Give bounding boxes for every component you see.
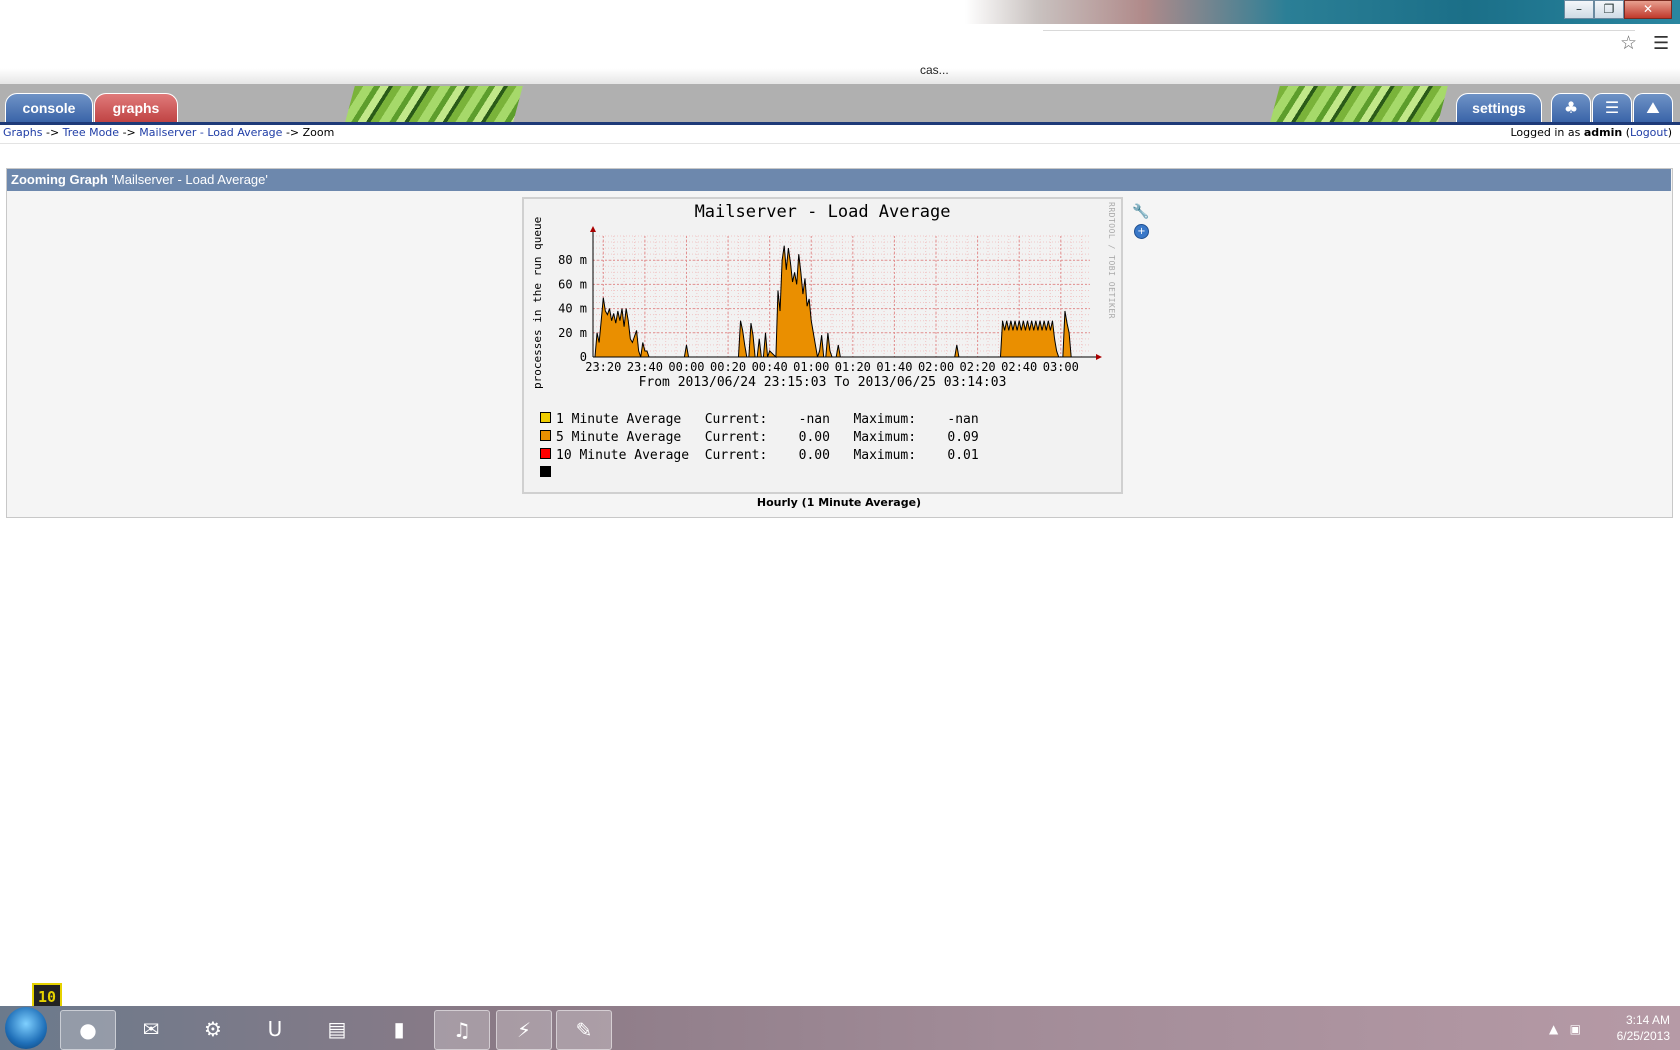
close-button[interactable]: ✕ bbox=[1624, 0, 1672, 19]
legend-current: 0.00 bbox=[798, 430, 830, 445]
login-user: admin bbox=[1583, 126, 1623, 139]
x-tick-label: 03:00 bbox=[1043, 360, 1079, 374]
tab-console[interactable]: console bbox=[5, 93, 93, 122]
breadcrumb-separator: -> bbox=[285, 126, 300, 139]
breadcrumb-separator: -> bbox=[45, 126, 60, 139]
chrome-icon[interactable]: ● bbox=[60, 1010, 116, 1050]
steam-icon[interactable]: ⚙ bbox=[186, 1010, 240, 1048]
x-tick-label: 02:00 bbox=[918, 360, 954, 374]
paint-icon[interactable]: ✎ bbox=[556, 1010, 612, 1050]
preview-icon[interactable]: ⛰ bbox=[1633, 93, 1673, 122]
breadcrumb-tree-mode[interactable]: Tree Mode bbox=[63, 126, 119, 139]
graph-plot: 23:20 23:40 00:00 00:20 00:40 01:00 01:20 01:40… bbox=[558, 226, 1102, 374]
bookmarks-bar bbox=[0, 58, 1680, 84]
legend-max-label: Maximum: bbox=[853, 430, 917, 445]
legend-max: -nan bbox=[947, 412, 979, 427]
login-info: Logged in as admin (Logout) bbox=[1510, 126, 1672, 139]
breadcrumb-graphs[interactable]: Graphs bbox=[3, 126, 42, 139]
y-axis-arrow bbox=[590, 226, 596, 232]
tray-icons[interactable]: ▲ ▣ bbox=[1549, 1022, 1581, 1036]
tab-graphs[interactable]: graphs bbox=[94, 93, 178, 122]
series-area bbox=[594, 245, 1090, 357]
header-decoration bbox=[1270, 86, 1448, 122]
divider bbox=[0, 143, 1680, 144]
tab-settings[interactable]: settings bbox=[1456, 93, 1542, 122]
list-view-icon[interactable]: ☰ bbox=[1592, 93, 1632, 122]
thunderbird-icon[interactable]: ✉ bbox=[124, 1010, 178, 1048]
clock-date: 6/25/2013 bbox=[1616, 1029, 1670, 1043]
legend-name: 5 Minute Average bbox=[556, 430, 682, 445]
breadcrumb-separator: -> bbox=[122, 126, 136, 139]
system-clock[interactable]: 3:14 AM 6/25/2013 bbox=[1617, 1012, 1670, 1044]
address-bar[interactable] bbox=[1043, 30, 1635, 55]
legend-swatch bbox=[540, 448, 551, 459]
legend-row: 5 Minute Average Current: 0.00 Maximum: … bbox=[540, 430, 979, 445]
legend-name: 1 Minute Average bbox=[556, 412, 682, 427]
legend-current: -nan bbox=[798, 412, 830, 427]
zoom-icon[interactable]: + bbox=[1134, 224, 1149, 239]
legend-max: 0.09 bbox=[947, 430, 979, 445]
y-tick-label: 60 m bbox=[558, 277, 587, 291]
header-divider bbox=[0, 122, 1680, 125]
panel-title: Zooming Graph 'Mailserver - Load Average… bbox=[7, 169, 1671, 191]
x-tick-label: 02:40 bbox=[1001, 360, 1037, 374]
legend-swatch bbox=[540, 412, 551, 423]
breadcrumb-graph[interactable]: Mailserver - Load Average bbox=[139, 126, 282, 139]
hamburger-menu-icon[interactable]: ☰ bbox=[1653, 33, 1669, 54]
network-tool-icon[interactable]: ⚡ bbox=[496, 1010, 552, 1050]
legend-row: 1 Minute Average Current: -nan Maximum: … bbox=[540, 412, 979, 427]
bookmark-label[interactable]: cas... bbox=[920, 63, 949, 77]
clock-time: 3:14 AM bbox=[1625, 1013, 1670, 1027]
graph-title: Mailserver - Load Average bbox=[694, 202, 951, 222]
legend-current-label: Current: bbox=[704, 412, 768, 427]
x-tick-label: 00:20 bbox=[710, 360, 746, 374]
y-tick-label: 20 m bbox=[558, 326, 587, 340]
command-prompt-icon[interactable]: ▮ bbox=[372, 1010, 426, 1048]
legend-swatch bbox=[540, 466, 551, 477]
breadcrumb-current: Zoom bbox=[302, 126, 335, 139]
breadcrumb: Graphs -> Tree Mode -> Mailserver - Load… bbox=[3, 126, 334, 139]
file-explorer-icon[interactable]: ▤ bbox=[310, 1010, 364, 1048]
legend-max-label: Maximum: bbox=[853, 448, 917, 463]
windows-start-icon[interactable] bbox=[5, 1007, 47, 1049]
legend-name: 10 Minute Average bbox=[556, 448, 690, 463]
header-decoration bbox=[345, 86, 523, 122]
uplay-icon[interactable]: U bbox=[248, 1010, 302, 1048]
legend-row bbox=[540, 466, 556, 481]
logout-link[interactable]: Logout bbox=[1630, 126, 1668, 139]
graph-range: From 2013/06/24 23:15:03 To 2013/06/25 0… bbox=[638, 375, 1007, 390]
legend-current: 0.00 bbox=[798, 448, 830, 463]
x-tick-label: 23:40 bbox=[627, 360, 663, 374]
panel-title-bold: Zooming Graph bbox=[11, 172, 108, 187]
legend-row: 10 Minute Average Current: 0.00 Maximum:… bbox=[540, 448, 979, 463]
x-tick-label: 23:20 bbox=[585, 360, 621, 374]
graph-caption: Hourly (1 Minute Average) bbox=[756, 496, 922, 509]
legend-current-label: Current: bbox=[704, 430, 768, 445]
tree-view-icon[interactable]: ♣ bbox=[1551, 93, 1591, 122]
legend-max: 0.01 bbox=[947, 448, 979, 463]
restore-button[interactable]: ❐ bbox=[1594, 0, 1624, 19]
legend-swatch bbox=[540, 430, 551, 441]
legend-max-label: Maximum: bbox=[853, 412, 917, 427]
x-tick-label: 01:00 bbox=[793, 360, 829, 374]
x-tick-label: 00:00 bbox=[668, 360, 704, 374]
x-tick-label: 01:40 bbox=[876, 360, 912, 374]
panel-title-name: 'Mailserver - Load Average' bbox=[111, 172, 268, 187]
x-axis-arrow bbox=[1096, 354, 1102, 360]
y-tick-label: 40 m bbox=[558, 302, 587, 316]
minimize-button[interactable]: – bbox=[1564, 0, 1594, 19]
itunes-icon[interactable]: ♫ bbox=[434, 1010, 490, 1050]
y-tick-label: 80 m bbox=[558, 253, 587, 267]
star-icon[interactable]: ☆ bbox=[1620, 32, 1637, 54]
login-prefix: Logged in as bbox=[1510, 126, 1581, 139]
x-tick-label: 02:20 bbox=[960, 360, 996, 374]
x-tick-label: 01:20 bbox=[835, 360, 871, 374]
wrench-icon[interactable]: 🔧 bbox=[1132, 204, 1149, 220]
window-controls: – ❐ ✕ bbox=[1564, 0, 1672, 19]
y-tick-label: 0 bbox=[580, 350, 587, 364]
x-tick-label: 00:40 bbox=[752, 360, 788, 374]
legend-current-label: Current: bbox=[704, 448, 768, 463]
